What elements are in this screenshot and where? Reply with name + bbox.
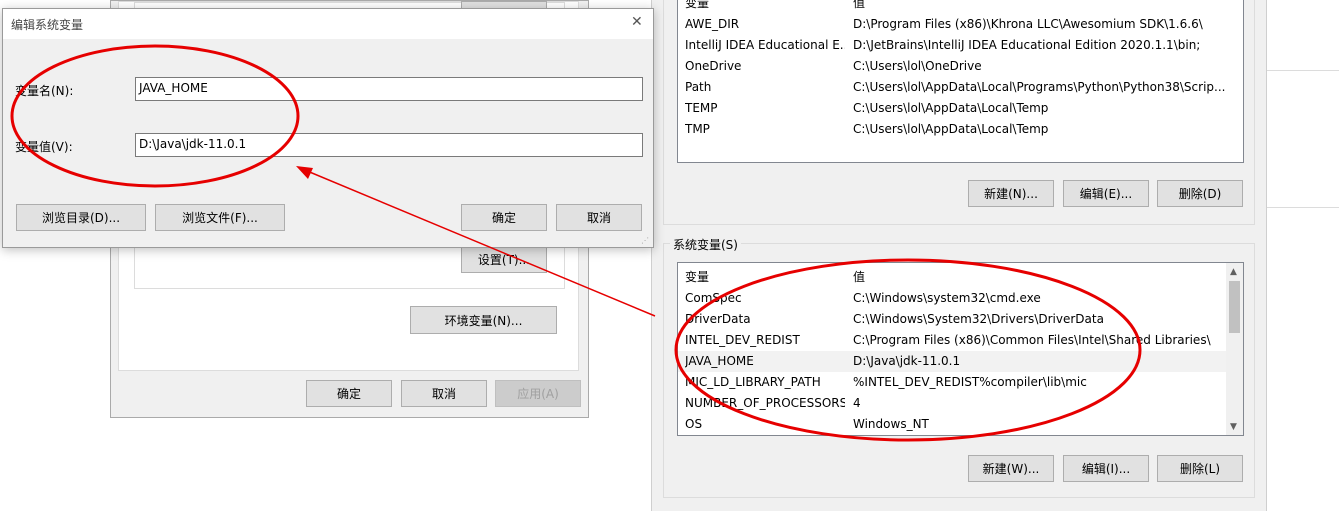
list-item[interactable]: DriverData C:\Windows\System32\Drivers\D… (678, 309, 1243, 330)
user-delete-button[interactable]: 删除(D) (1157, 180, 1243, 207)
settings-button[interactable]: 设置(T)... (461, 246, 547, 273)
user-new-button[interactable]: 新建(N)... (968, 180, 1054, 207)
user-edit-button[interactable]: 编辑(E)... (1063, 180, 1149, 207)
system-vars-header-value[interactable]: 值 (853, 268, 1228, 285)
scroll-up-icon[interactable]: ▲ (1230, 267, 1237, 277)
list-item[interactable]: AWE_DIR D:\Program Files (x86)\Khrona LL… (678, 14, 1243, 35)
resize-grip-icon[interactable]: ⋰ (641, 236, 649, 245)
list-item-selected[interactable]: JAVA_HOME D:\Java\jdk-11.0.1 (678, 351, 1243, 372)
system-vars-group-label: 系统变量(S) (670, 236, 741, 253)
system-vars-list[interactable]: 变量 值 ComSpec C:\Windows\system32\cmd.exe… (677, 262, 1244, 436)
variable-value-label: 变量值(V): (15, 140, 73, 154)
list-item[interactable]: INTEL_DEV_REDIST C:\Program Files (x86)\… (678, 330, 1243, 351)
list-item[interactable]: ComSpec C:\Windows\system32\cmd.exe (678, 288, 1243, 309)
variable-name-input[interactable]: JAVA_HOME (135, 77, 643, 101)
edit-cancel-button[interactable]: 取消 (556, 204, 642, 231)
apply-button[interactable]: 应用(A) (495, 380, 581, 407)
system-delete-button[interactable]: 删除(L) (1157, 455, 1243, 482)
user-vars-header-value[interactable]: 值 (853, 0, 1228, 11)
list-item[interactable]: TMP C:\Users\lol\AppData\Local\Temp (678, 119, 1243, 140)
list-item[interactable]: OneDrive C:\Users\lol\OneDrive (678, 56, 1243, 77)
ok-button[interactable]: 确定 (306, 380, 392, 407)
browse-file-button[interactable]: 浏览文件(F)... (155, 204, 285, 231)
list-item[interactable]: NUMBER_OF_PROCESSORS 4 (678, 393, 1243, 414)
system-vars-scrollbar[interactable]: ▲ ▼ (1226, 263, 1243, 435)
close-icon[interactable]: ✕ (631, 14, 643, 30)
list-item[interactable]: Path C:\Users\lol\AppData\Local\Programs… (678, 77, 1243, 98)
scroll-down-icon[interactable]: ▼ (1230, 422, 1237, 432)
variable-name-label: 变量名(N): (15, 84, 74, 98)
list-item[interactable]: MIC_LD_LIBRARY_PATH %INTEL_DEV_REDIST%co… (678, 372, 1243, 393)
browse-directory-button[interactable]: 浏览目录(D)... (16, 204, 146, 231)
user-vars-header-name[interactable]: 变量 (685, 0, 845, 11)
scroll-thumb[interactable] (1229, 281, 1240, 333)
edit-ok-button[interactable]: 确定 (461, 204, 547, 231)
dialog-title: 编辑系统变量 (11, 18, 84, 32)
system-edit-button[interactable]: 编辑(I)... (1063, 455, 1149, 482)
list-item[interactable]: OS Windows_NT (678, 414, 1243, 435)
dialog-titlebar[interactable]: 编辑系统变量 ✕ (3, 9, 653, 39)
user-vars-list[interactable]: 变量 值 AWE_DIR D:\Program Files (x86)\Khro… (677, 0, 1244, 163)
edit-system-variable-dialog: 编辑系统变量 ✕ 变量名(N): JAVA_HOME 变量值(V): D:\Ja… (2, 8, 654, 248)
list-item[interactable]: IntelliJ IDEA Educational E... D:\JetBra… (678, 35, 1243, 56)
system-new-button[interactable]: 新建(W)... (968, 455, 1054, 482)
environment-variables-button[interactable]: 环境变量(N)... (410, 306, 557, 334)
environment-variables-window: 变量 值 AWE_DIR D:\Program Files (x86)\Khro… (651, 0, 1267, 511)
background-window-edge (1267, 0, 1339, 511)
list-item[interactable]: TEMP C:\Users\lol\AppData\Local\Temp (678, 98, 1243, 119)
variable-value-input[interactable]: D:\Java\jdk-11.0.1 (135, 133, 643, 157)
cancel-button[interactable]: 取消 (401, 380, 487, 407)
system-vars-header-name[interactable]: 变量 (685, 268, 845, 285)
